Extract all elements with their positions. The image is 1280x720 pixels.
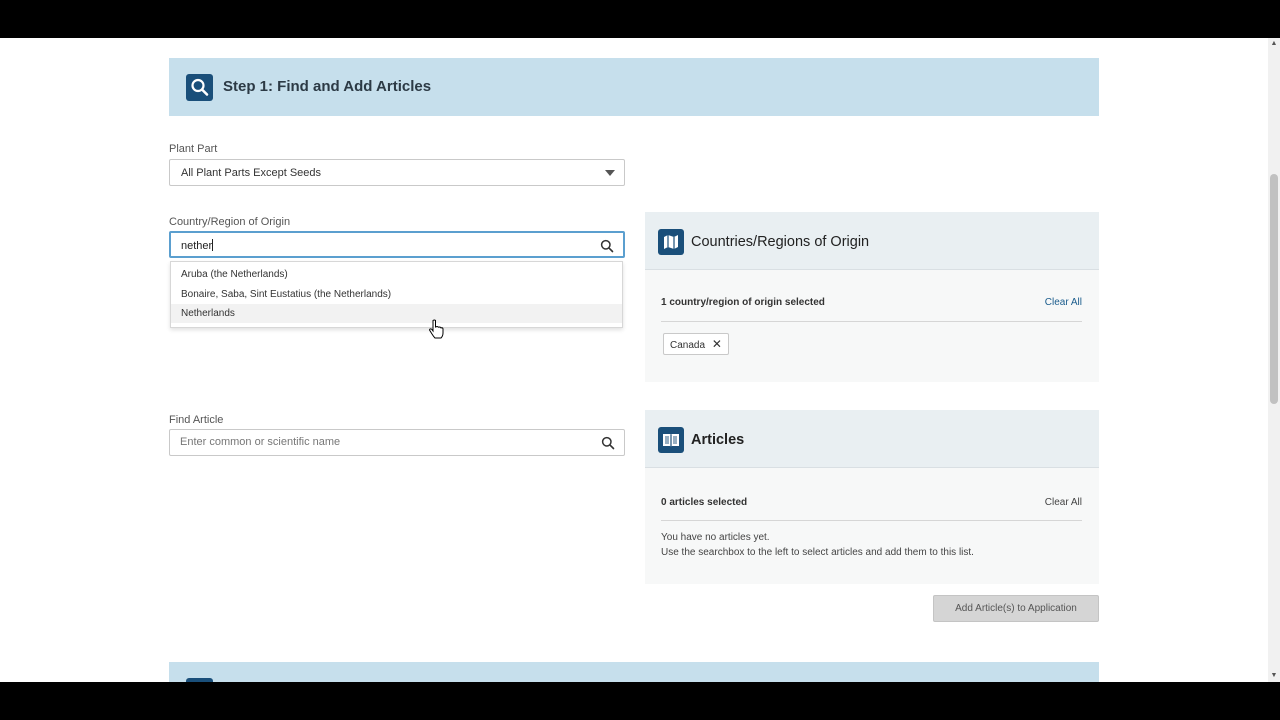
- search-icon: [186, 74, 213, 101]
- vertical-scrollbar[interactable]: ▲ ▼: [1268, 38, 1280, 682]
- divider: [661, 520, 1082, 521]
- articles-panel-header: Articles: [645, 410, 1099, 468]
- close-icon[interactable]: ✕: [712, 334, 722, 354]
- countries-clear-all-link[interactable]: Clear All: [1045, 297, 1082, 308]
- search-icon[interactable]: [600, 239, 614, 253]
- step-header: Step 1: Find and Add Articles: [169, 58, 1099, 116]
- country-search-input[interactable]: nether: [169, 231, 625, 258]
- suggestion-item[interactable]: Netherlands: [171, 304, 622, 323]
- country-search-value: nether: [181, 240, 213, 252]
- hand-cursor-icon: [429, 319, 444, 339]
- suggestion-item[interactable]: Aruba (the Netherlands): [171, 265, 622, 284]
- countries-panel-header: Countries/Regions of Origin: [645, 212, 1099, 270]
- page-viewport: Step 1: Find and Add Articles Plant Part…: [0, 38, 1280, 682]
- plant-part-value: All Plant Parts Except Seeds: [181, 167, 322, 179]
- country-label: Country/Region of Origin: [169, 216, 291, 228]
- country-chip-label: Canada: [670, 340, 706, 351]
- find-article-label: Find Article: [169, 414, 224, 426]
- articles-panel: Articles 0 articles selected Clear All Y…: [645, 410, 1099, 584]
- next-step-header: [169, 662, 1099, 682]
- articles-clear-all-link[interactable]: Clear All: [1045, 497, 1082, 508]
- articles-count: 0 articles selected: [661, 497, 748, 508]
- suggestion-item[interactable]: Bonaire, Saba, Sint Eustatius (the Nethe…: [171, 285, 622, 304]
- step-icon: [186, 678, 213, 682]
- step-title: Step 1: Find and Add Articles: [223, 78, 432, 95]
- caret-down-icon: [605, 170, 615, 176]
- book-icon: [658, 427, 684, 453]
- plant-part-select[interactable]: All Plant Parts Except Seeds: [169, 159, 625, 186]
- countries-panel: Countries/Regions of Origin 1 country/re…: [645, 212, 1099, 382]
- countries-panel-title: Countries/Regions of Origin: [691, 234, 870, 250]
- scroll-up-icon[interactable]: ▲: [1268, 38, 1280, 50]
- text-cursor: [212, 239, 214, 251]
- scrollbar-thumb[interactable]: [1270, 174, 1278, 404]
- find-article-placeholder: Enter common or scientific name: [180, 436, 341, 448]
- add-articles-button[interactable]: Add Article(s) to Application: [933, 595, 1099, 622]
- articles-empty-hint: Use the searchbox to the left to select …: [661, 547, 974, 558]
- countries-count: 1 country/region of origin selected: [661, 297, 825, 308]
- map-icon: [658, 229, 684, 255]
- articles-empty-message: You have no articles yet.: [661, 532, 770, 543]
- country-suggestions-dropdown: Aruba (the Netherlands) Bonaire, Saba, S…: [170, 261, 623, 328]
- plant-part-label: Plant Part: [169, 143, 218, 155]
- country-chip: Canada ✕: [663, 333, 729, 355]
- search-icon[interactable]: [601, 436, 615, 450]
- divider: [661, 321, 1082, 322]
- scroll-down-icon[interactable]: ▼: [1268, 670, 1280, 682]
- articles-panel-title: Articles: [691, 432, 745, 448]
- find-article-input[interactable]: Enter common or scientific name: [169, 429, 625, 456]
